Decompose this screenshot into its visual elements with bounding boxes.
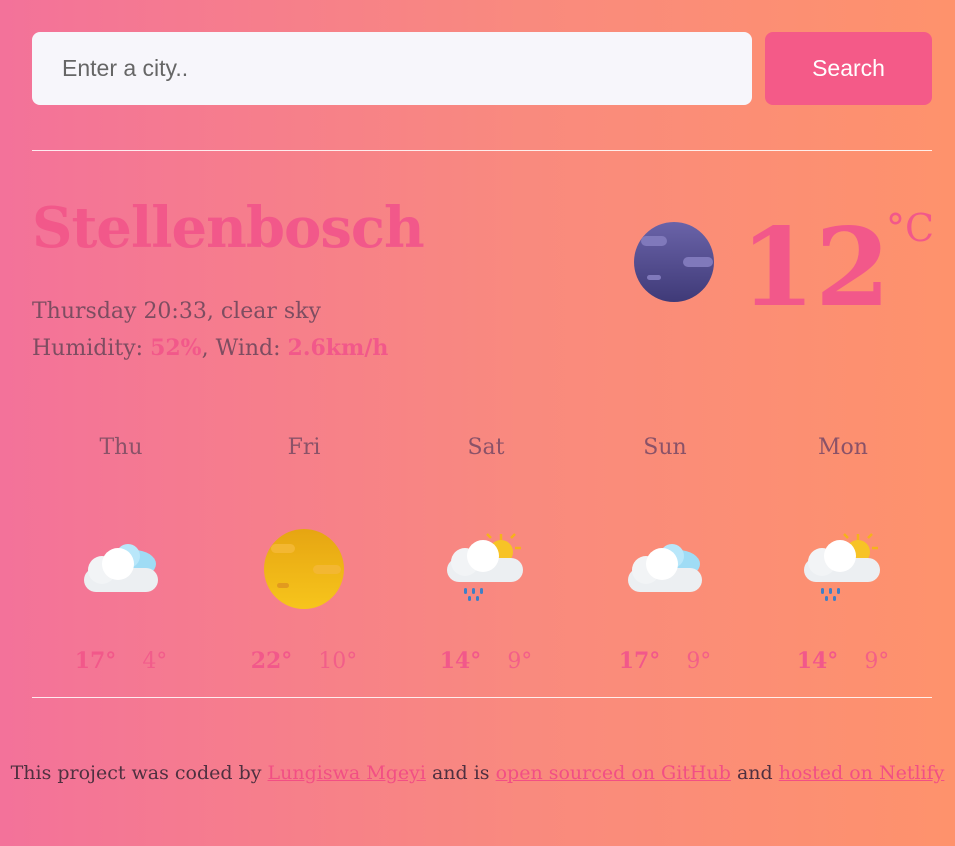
github-link[interactable]: open sourced on GitHub — [496, 762, 731, 784]
temperature-unit: °C — [886, 206, 935, 250]
footer: This project was coded by Lungiswa Mgeyi… — [0, 762, 955, 784]
forecast-min: 10° — [318, 649, 358, 674]
city-search-input[interactable] — [32, 32, 752, 105]
current-temperature: 12 — [740, 205, 891, 331]
forecast-temps: 14° 9° — [763, 648, 923, 674]
forecast-min: 4° — [142, 649, 168, 674]
forecast-temps: 14° 9° — [406, 648, 566, 674]
weather-details: Thursday 20:33, clear sky Humidity: 52%,… — [32, 294, 388, 367]
partly-cloudy-icon — [84, 544, 158, 592]
humidity-label: Humidity: — [32, 336, 144, 361]
forecast-max: 17° — [618, 648, 661, 674]
weather-description: clear sky — [220, 299, 321, 324]
footer-and: and — [736, 762, 773, 784]
forecast-day-name: Sat — [467, 435, 505, 460]
top-divider — [32, 150, 932, 151]
forecast-day-name: Fri — [287, 435, 321, 460]
forecast-max: 14° — [439, 648, 482, 674]
date-description-line: Thursday 20:33, clear sky — [32, 299, 321, 324]
partly-cloudy-icon — [628, 544, 702, 592]
forecast-max: 17° — [74, 648, 117, 674]
forecast-min: 9° — [864, 649, 890, 674]
netlify-link[interactable]: hosted on Netlify — [779, 762, 945, 784]
bottom-divider — [32, 697, 932, 698]
forecast-day: Sat 14° 9° — [406, 430, 566, 674]
footer-middle: and is — [431, 762, 490, 784]
sun-icon — [264, 529, 344, 609]
search-form: Search — [32, 32, 932, 105]
forecast-day: Mon 14° 9° — [763, 430, 923, 674]
day-time: Thursday 20:33 — [32, 299, 207, 324]
forecast-min: 9° — [686, 649, 712, 674]
humidity-wind-line: Humidity: 52%, Wind: 2.6km/h — [32, 335, 389, 361]
forecast-temps: 22° 10° — [224, 648, 384, 674]
forecast-max: 14° — [796, 648, 839, 674]
forecast-min: 9° — [507, 649, 533, 674]
footer-prefix: This project was coded by — [10, 762, 262, 784]
sun-cloud-rain-icon — [447, 533, 523, 601]
humidity-value: 52% — [150, 335, 202, 361]
forecast-day: Sun 17° 9° — [585, 430, 745, 674]
forecast-day-name: Thu — [99, 435, 143, 460]
sun-cloud-rain-icon — [804, 533, 880, 601]
author-link[interactable]: Lungiswa Mgeyi — [268, 762, 426, 784]
forecast-temps: 17° 9° — [585, 648, 745, 674]
forecast-day-name: Mon — [818, 435, 868, 460]
forecast-day: Fri 22° 10° — [224, 430, 384, 674]
wind-value: 2.6km/h — [287, 335, 389, 361]
search-button[interactable]: Search — [765, 32, 932, 105]
moon-clear-night-icon — [634, 222, 714, 302]
forecast-day: Thu 17° 4° — [41, 430, 201, 674]
city-name: Stellenbosch — [32, 195, 425, 261]
forecast-max: 22° — [250, 648, 293, 674]
wind-label: Wind: — [215, 336, 281, 361]
forecast-temps: 17° 4° — [41, 648, 201, 674]
forecast-day-name: Sun — [643, 435, 687, 460]
